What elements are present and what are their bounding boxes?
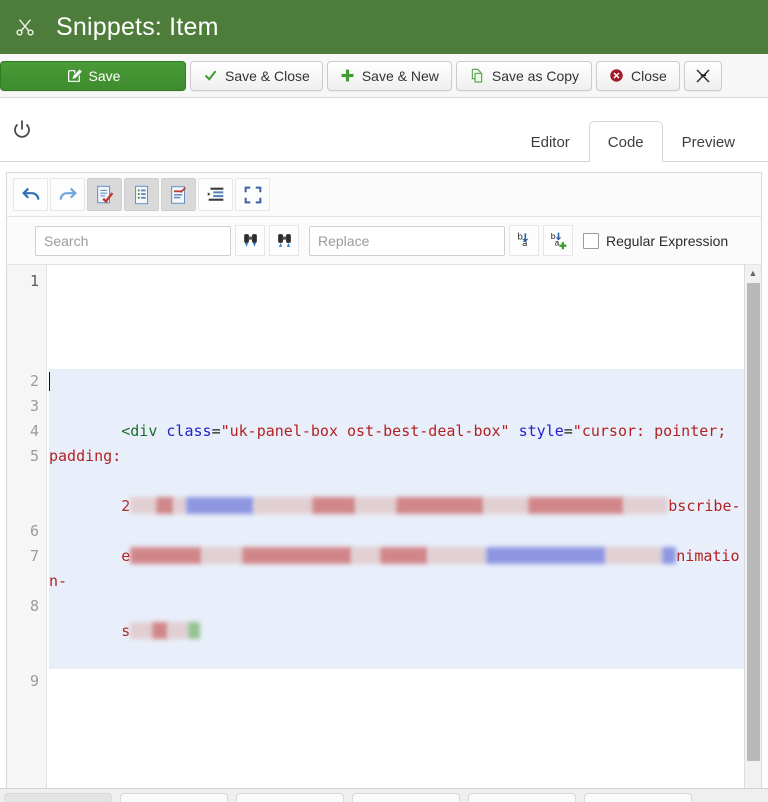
regex-label: Regular Expression — [606, 232, 729, 249]
binoculars-up-icon[interactable] — [269, 225, 299, 256]
scroll-track[interactable] — [745, 281, 762, 802]
scroll-up-arrow[interactable]: ▲ — [745, 265, 762, 281]
tab-preview[interactable]: Preview — [663, 121, 754, 162]
scroll-thumb[interactable] — [746, 283, 760, 762]
power-icon[interactable] — [10, 118, 34, 142]
code-token-wrap: bscribe- — [668, 497, 741, 515]
save-button-label: Save — [88, 67, 121, 84]
code-area[interactable]: 1 2 3 4 5 6 7 8 9 <div class="uk-panel-b… — [7, 265, 761, 802]
code-token-attr: style — [518, 422, 564, 440]
line-number: 9 — [29, 672, 39, 690]
line-number: 4 — [29, 422, 39, 440]
indent-format-icon[interactable] — [198, 178, 233, 211]
code-token-wrap: s — [121, 622, 131, 640]
unlink-icon — [694, 67, 712, 85]
code-editor-panel: b a b a Regular Expression 1 2 3 4 5 — [6, 172, 762, 802]
page-title: Snippets: Item — [56, 12, 219, 41]
taskbar-tab[interactable] — [352, 793, 460, 802]
document-edit-icon[interactable] — [161, 178, 196, 211]
save-as-copy-label: Save as Copy — [491, 67, 580, 84]
taskbar-tab[interactable] — [468, 793, 576, 802]
code-token-wrap: 2 — [121, 497, 131, 515]
redo-icon[interactable] — [50, 178, 85, 211]
plus-icon — [340, 68, 355, 83]
tab-editor-label: Editor — [530, 134, 570, 151]
line-number: 7 — [29, 547, 39, 565]
code-text[interactable]: <div class="uk-panel-box ost-best-deal-b… — [47, 265, 744, 802]
search-replace-bar: b a b a Regular Expression — [7, 217, 761, 265]
search-input[interactable] — [35, 225, 231, 256]
editor-toolbar — [7, 173, 761, 217]
code-token-tag: <div — [121, 422, 158, 440]
save-and-new-button[interactable]: Save & New — [326, 60, 452, 91]
scissors-icon — [12, 14, 38, 40]
tab-preview-label: Preview — [681, 134, 735, 151]
code-token-eq: = — [563, 422, 573, 440]
close-button[interactable]: Close — [596, 60, 680, 91]
line-number-gutter: 1 2 3 4 5 6 7 8 9 — [7, 265, 47, 802]
line-number: 6 — [29, 522, 39, 540]
action-toolbar: Save Save & Close Save & New Save as Cop… — [0, 54, 768, 98]
line-number: 2 — [29, 372, 39, 390]
document-list-icon[interactable] — [124, 178, 159, 211]
save-and-close-button[interactable]: Save & Close — [190, 60, 323, 91]
tab-list: Editor Code Preview — [512, 98, 768, 162]
code-vertical-scrollbar[interactable]: ▲ ▼ — [744, 265, 761, 802]
taskbar-tab[interactable] — [584, 793, 692, 802]
save-as-copy-button[interactable]: Save as Copy — [455, 60, 593, 91]
copy-icon — [469, 68, 485, 84]
tab-code-label: Code — [607, 134, 644, 151]
unlink-button[interactable] — [683, 60, 722, 91]
tabs-row: Editor Code Preview — [0, 98, 768, 162]
fullscreen-icon[interactable] — [235, 178, 270, 211]
taskbar-tab[interactable] — [4, 793, 112, 802]
window-titlebar: Snippets: Item — [0, 0, 768, 54]
save-button[interactable]: Save — [0, 60, 186, 91]
close-circle-icon — [609, 68, 624, 83]
line-number: 8 — [29, 597, 39, 615]
replace-input[interactable] — [309, 225, 505, 256]
text-caret — [49, 372, 50, 391]
spellcheck-icon[interactable] — [87, 178, 122, 211]
code-token-eq: = — [211, 422, 221, 440]
line-number: 3 — [29, 397, 39, 415]
undo-icon[interactable] — [13, 178, 48, 211]
close-button-label: Close — [631, 67, 667, 84]
taskbar-tab[interactable] — [236, 793, 344, 802]
replace-all-icon[interactable]: b a — [543, 225, 573, 256]
code-line-1[interactable]: <div class="uk-panel-box ost-best-deal-b… — [49, 369, 744, 669]
save-and-new-label: Save & New — [361, 67, 439, 84]
regex-checkbox[interactable] — [583, 232, 599, 249]
code-token-wrap: e — [121, 547, 131, 565]
binoculars-down-icon[interactable] — [235, 225, 265, 256]
replace-icon[interactable]: b a — [509, 225, 539, 256]
tab-code[interactable]: Code — [588, 121, 663, 162]
save-and-close-label: Save & Close — [225, 67, 310, 84]
tab-editor[interactable]: Editor — [512, 121, 589, 162]
check-icon — [203, 68, 218, 83]
line-number: 1 — [29, 272, 39, 290]
regex-checkbox-wrapper[interactable]: Regular Expression — [583, 232, 729, 249]
edit-pencil-icon — [66, 68, 82, 84]
taskbar-peek — [0, 788, 768, 802]
code-token-attr: class — [166, 422, 212, 440]
taskbar-tab[interactable] — [120, 793, 228, 802]
line-number: 5 — [29, 447, 39, 465]
code-token-value: "uk-panel-box ost-best-deal-box" — [220, 422, 510, 440]
